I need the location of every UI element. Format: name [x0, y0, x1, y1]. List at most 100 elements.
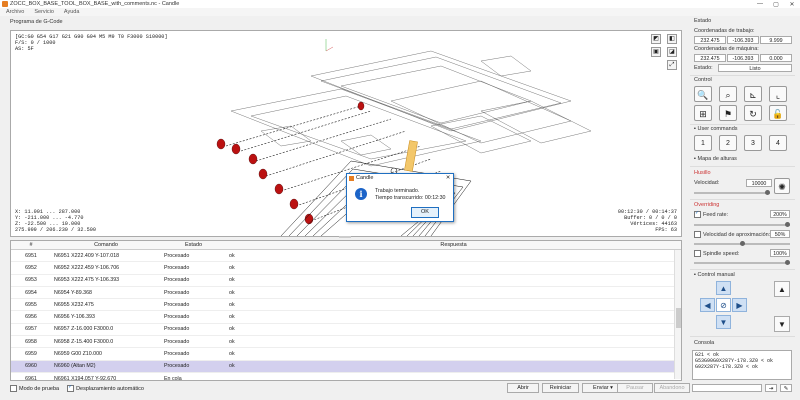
feed-slider-handle[interactable]: [785, 222, 790, 227]
open-button[interactable]: Abrir: [507, 383, 539, 393]
table-header: # Comando Estado Respuesta: [11, 241, 681, 250]
arrow-up-icon: ▲: [719, 284, 728, 293]
z-up-icon: ▲: [778, 285, 786, 294]
approach-override-label: Velocidad de aproximación:: [703, 231, 771, 238]
jog-z-minus-button[interactable]: ▼: [774, 316, 790, 332]
menu-file[interactable]: Archivo: [6, 9, 24, 15]
close-button[interactable]: ✕: [784, 1, 800, 8]
approach-override-checkbox[interactable]: Velocidad de aproximación:: [694, 231, 770, 238]
safe-position-button[interactable]: ⚑: [719, 105, 737, 121]
heightmap-section[interactable]: ▪ Mapa de alturas: [694, 156, 737, 162]
user-command-2-button[interactable]: 2: [719, 135, 737, 151]
user-command-1-button[interactable]: 1: [694, 135, 712, 151]
probe-button[interactable]: ⌕: [719, 86, 737, 102]
spindle-override-checkbox[interactable]: Spindle speed:: [694, 250, 739, 257]
approach-override-field[interactable]: 50%: [770, 230, 790, 238]
splitter-handle[interactable]: [339, 236, 351, 238]
zero-xy-icon: ⌞: [775, 90, 781, 100]
maximize-button[interactable]: ▢: [768, 1, 784, 8]
home-search-button[interactable]: 🔍: [694, 86, 712, 102]
row-number: 6956: [25, 314, 37, 321]
row-number: 6953: [25, 277, 37, 284]
col-command-header[interactable]: Comando: [51, 242, 161, 248]
dialog-close-icon[interactable]: ✕: [443, 175, 453, 181]
restore-origin-button[interactable]: ⊞: [694, 105, 712, 121]
feed-override-slider[interactable]: [694, 224, 790, 226]
table-row[interactable]: 6961 N6961 X194.057 Y-92.670 En cola: [11, 373, 681, 380]
reset-icon: ↻: [749, 109, 757, 119]
spindle-speed-field[interactable]: 10000: [746, 179, 772, 187]
table-body: 6951 N6951 X222.409 Y-107.018 Procesado ok 6…: [11, 250, 681, 380]
feed-override-checkbox[interactable]: Feed rate:: [694, 210, 728, 218]
jog-y-plus-button[interactable]: ▲: [716, 281, 731, 295]
console-output[interactable]: G21 < ok G53G90G0X287Y-178.3Z0 < ok G92X…: [692, 350, 792, 380]
jog-section-title[interactable]: ▪ Control manual: [694, 272, 735, 278]
zero-z-icon: ⊾: [749, 90, 757, 100]
col-response-header[interactable]: Respuesta: [226, 242, 681, 248]
jog-z-plus-button[interactable]: ▲: [774, 281, 790, 297]
table-row[interactable]: 6958 N6958 Z-15.400 F3000.0 Procesado ok: [11, 336, 681, 349]
spindle-speed-slider[interactable]: [694, 192, 770, 194]
feed-override-field[interactable]: 200%: [770, 210, 790, 218]
spindle-section-title[interactable]: Husillo: [694, 170, 711, 176]
overriding-section-title[interactable]: Overriding: [694, 202, 719, 208]
row-state: Procesado: [164, 351, 190, 358]
table-row[interactable]: 6957 N6957 Z-16.000 F3000.0 Procesado ok: [11, 324, 681, 337]
row-response: ok: [229, 301, 235, 308]
table-row[interactable]: 6955 N6955 X232.475 Procesado ok: [11, 299, 681, 312]
x-axis-marker: [325, 46, 334, 52]
col-number-header[interactable]: #: [11, 242, 51, 248]
abort-button[interactable]: Abandono: [654, 383, 690, 393]
user-command-3-button[interactable]: 3: [744, 135, 762, 151]
row-command: N6952 X222.459 Y-106.706: [54, 264, 120, 271]
spindle-override-field[interactable]: 100%: [770, 249, 790, 257]
divider: [690, 199, 795, 200]
table-row[interactable]: 6951 N6951 X222.409 Y-107.018 Procesado ok: [11, 250, 681, 263]
jog-y-minus-button[interactable]: ▼: [716, 315, 731, 329]
console-clear-button[interactable]: ✎: [780, 384, 792, 392]
unlock-icon: 🔓: [772, 109, 784, 119]
zero-xy-button[interactable]: ⌞: [769, 86, 787, 102]
window-title: ZOCC_BOX_BASE_TOOL_BOX_BASE_with_comment…: [10, 1, 180, 7]
user-command-4-button[interactable]: 4: [769, 135, 787, 151]
heightmap-label: Mapa de alturas: [697, 156, 737, 162]
pause-button[interactable]: Pausar: [617, 383, 653, 393]
gcode-table[interactable]: # Comando Estado Respuesta 6951 N6951 X22…: [10, 240, 682, 381]
row-state: Procesado: [164, 326, 190, 333]
jog-x-plus-button[interactable]: ▶: [732, 298, 747, 312]
table-row[interactable]: 6953 N6953 X222.475 Y-106.393 Procesado ok: [11, 275, 681, 287]
table-row[interactable]: 6954 N6954 Y-89.368 Procesado ok: [11, 287, 681, 300]
menu-service[interactable]: Servicio: [34, 9, 54, 15]
row-response: ok: [229, 314, 235, 321]
jog-x-minus-button[interactable]: ◀: [700, 298, 715, 312]
spindle-toggle-button[interactable]: ✺: [774, 178, 790, 194]
row-number: 6951: [25, 252, 37, 259]
col-state-header[interactable]: Estado: [161, 242, 226, 248]
minimize-button[interactable]: —: [752, 1, 768, 7]
reset-machine-button[interactable]: ↻: [744, 105, 762, 121]
table-row[interactable]: 6952 N6952 X222.459 Y-106.706 Procesado ok: [11, 262, 681, 275]
spindle-slider-handle[interactable]: [765, 190, 770, 195]
jog-stop-button[interactable]: ⊘: [716, 298, 731, 312]
table-row[interactable]: 6960 N6960 (Altan M2) Procesado ok: [11, 360, 681, 373]
menu-help[interactable]: Ayuda: [64, 9, 80, 15]
console-command-input[interactable]: [692, 384, 762, 392]
table-row[interactable]: 6956 N6956 Y-106.393 Procesado ok: [11, 311, 681, 324]
console-send-button[interactable]: ⇥: [765, 384, 777, 392]
spindle-override-label: Spindle speed:: [703, 250, 740, 257]
row-number: 6959: [25, 351, 37, 358]
reset-button[interactable]: Reiniciar: [542, 383, 579, 393]
spindle-override-slider[interactable]: [694, 262, 790, 264]
row-response: ok: [229, 351, 235, 358]
spindle-override-handle[interactable]: [785, 260, 790, 265]
autoscroll-checkbox[interactable]: Desplazamiento automático: [67, 384, 144, 392]
approach-slider-handle[interactable]: [740, 241, 745, 246]
ok-button[interactable]: OK: [411, 207, 439, 218]
scrollbar-thumb[interactable]: [676, 308, 681, 328]
table-scrollbar[interactable]: [674, 250, 681, 379]
test-mode-checkbox[interactable]: Modo de prueba: [10, 384, 59, 392]
zero-z-button[interactable]: ⊾: [744, 86, 762, 102]
table-row[interactable]: 6959 N6959 G00 Z10.000 Procesado ok: [11, 348, 681, 361]
unlock-button[interactable]: 🔓: [769, 105, 787, 121]
user-commands-title[interactable]: ▪ User commands: [694, 126, 738, 132]
